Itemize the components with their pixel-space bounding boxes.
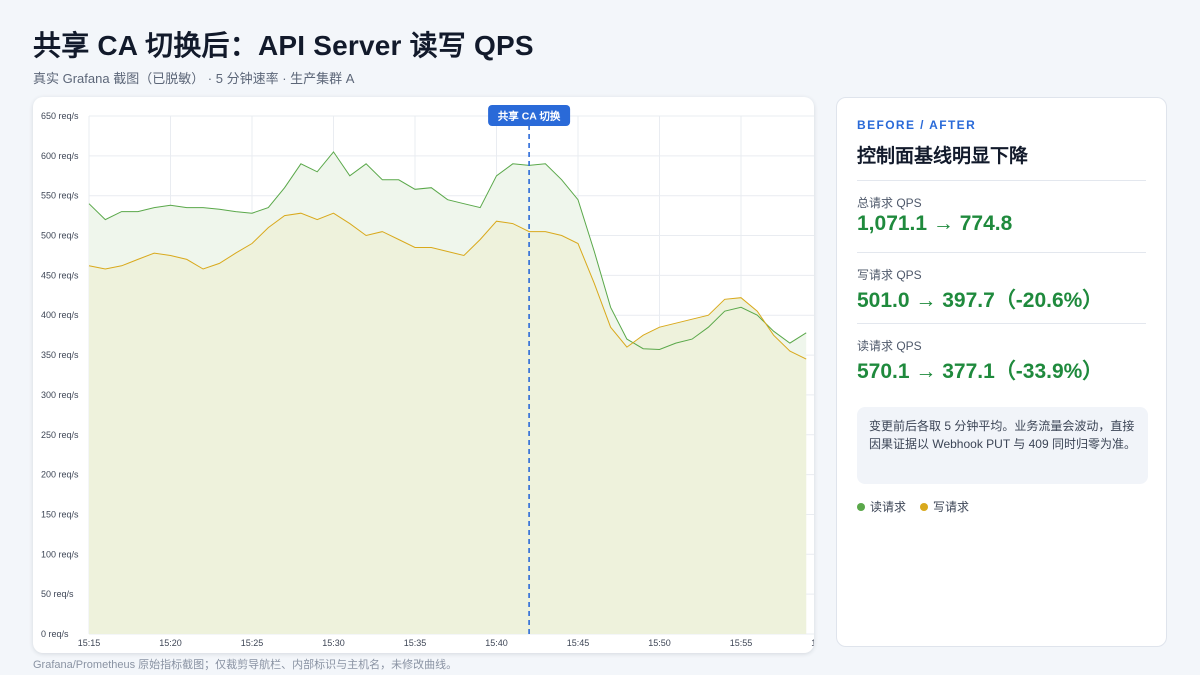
y-tick-label: 50 req/s — [41, 589, 74, 599]
divider — [857, 323, 1146, 324]
y-tick-label: 450 req/s — [41, 270, 79, 280]
metric-value-write: 501.0 → 397.7（-20.6%） — [857, 289, 1104, 312]
y-tick-label: 400 req/s — [41, 310, 79, 320]
legend-label-write: 写请求 — [933, 500, 970, 514]
y-tick-label: 500 req/s — [41, 231, 79, 241]
y-tick-label: 100 req/s — [41, 549, 79, 559]
legend-swatch-read — [857, 502, 865, 511]
metric-label-read: 读请求 QPS — [857, 339, 922, 353]
y-tick-label: 0 req/s — [41, 629, 69, 639]
legend-item-read: 读请求 — [857, 498, 906, 515]
legend-swatch-write — [920, 502, 929, 511]
y-tick-label: 550 req/s — [41, 191, 79, 201]
y-tick-label: 150 req/s — [41, 509, 79, 519]
before-after-card: BEFORE / AFTER 控制面基线明显下降 总请求 QPS 1,071.1… — [836, 97, 1167, 647]
page-subtitle: 真实 Grafana 截图（已脱敏） · 5 分钟速率 · 生产集群 A — [33, 71, 355, 86]
ca-switch-marker-label: 共享 CA 切换 — [498, 110, 561, 123]
source-footnote: Grafana/Prometheus 原始指标截图；仅裁剪导航栏、内部标识与主机… — [33, 659, 458, 671]
y-tick-label: 600 req/s — [41, 151, 79, 161]
write-area — [89, 213, 807, 634]
card-eyebrow: BEFORE / AFTER — [857, 118, 977, 132]
y-tick-label: 250 req/s — [41, 430, 79, 440]
y-tick-label: 650 req/s — [41, 111, 79, 121]
qps-chart-panel: 0 req/s 50 req/s 100 req/s 150 req/s 200 req… — [33, 97, 814, 653]
method-note: 变更前后各取 5 分钟平均。业务流量会波动，直接因果证据以 Webhook PU… — [857, 407, 1148, 484]
x-tick-label: 15:30 — [322, 638, 345, 648]
x-tick-label: 15:35 — [404, 638, 427, 648]
metric-value-read: 570.1 → 377.1（-33.9%） — [857, 360, 1104, 383]
x-tick-label: 15:15 — [78, 638, 101, 648]
divider — [857, 252, 1146, 253]
qps-area-chart: 0 req/s 50 req/s 100 req/s 150 req/s 200 req… — [41, 105, 814, 648]
metric-label-total: 总请求 QPS — [857, 196, 922, 210]
x-tick-label: 15:50 — [648, 638, 671, 648]
legend-label-read: 读请求 — [870, 500, 907, 514]
x-tick-label: 15:20 — [159, 638, 182, 648]
card-heading: 控制面基线明显下降 — [857, 146, 1029, 167]
chart-legend: 读请求 写请求 — [857, 498, 969, 515]
y-tick-label: 350 req/s — [41, 350, 79, 360]
y-tick-label: 300 req/s — [41, 390, 79, 400]
x-tick-label: 15:25 — [241, 638, 264, 648]
x-tick-label: 16:00 — [811, 638, 814, 648]
y-tick-label: 200 req/s — [41, 470, 79, 480]
legend-item-write: 写请求 — [920, 498, 969, 515]
x-tick-label: 15:55 — [730, 638, 753, 648]
metric-label-write: 写请求 QPS — [857, 268, 922, 282]
x-tick-label: 15:45 — [567, 638, 590, 648]
metric-value-total: 1,071.1 → 774.8 — [857, 212, 1013, 235]
divider — [857, 180, 1146, 181]
page-title: 共享 CA 切换后：API Server 读写 QPS — [33, 30, 534, 61]
x-tick-label: 15:40 — [485, 638, 508, 648]
